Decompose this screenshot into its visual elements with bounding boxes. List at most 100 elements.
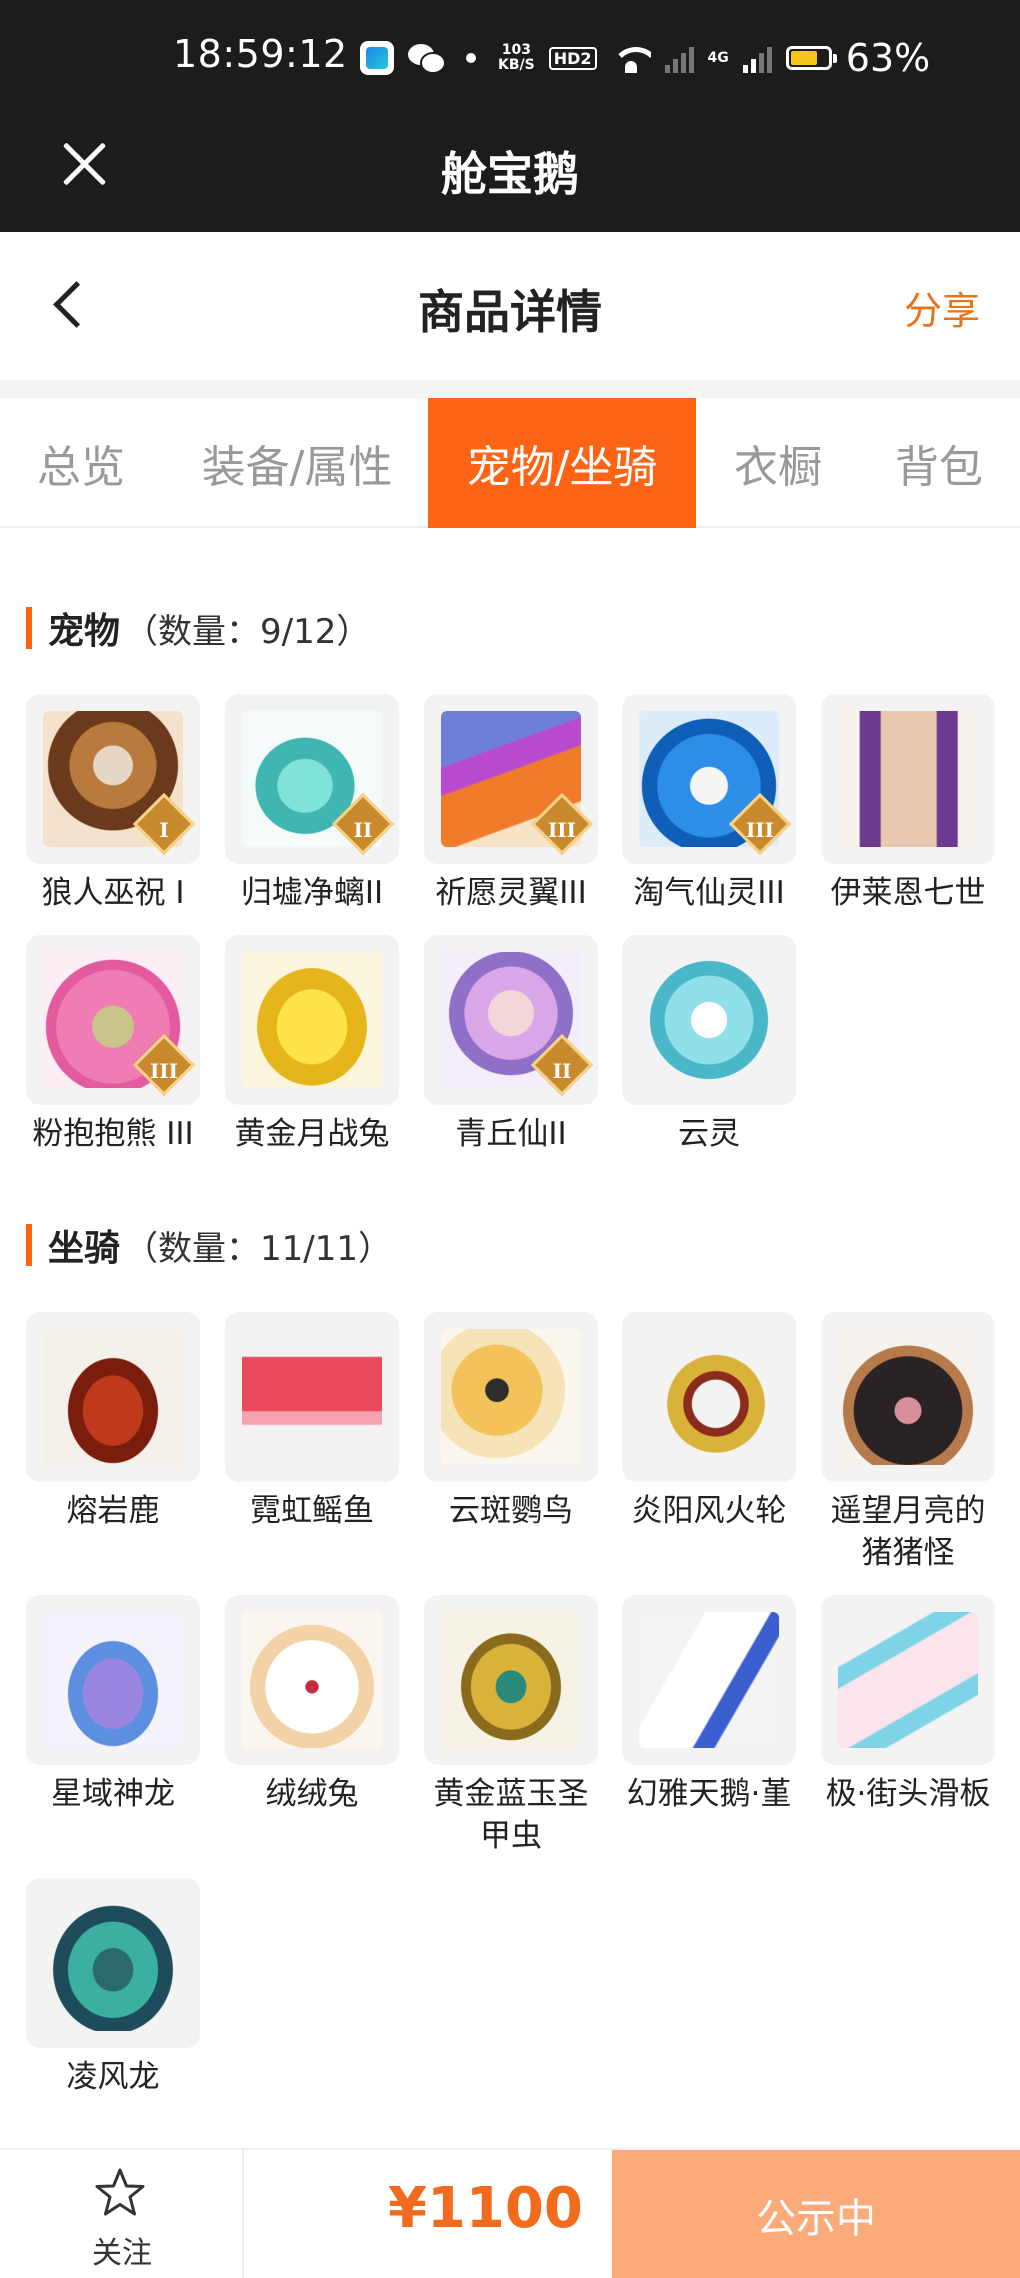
ray-mount-icon	[225, 1312, 399, 1482]
section-accent-bar	[26, 1224, 32, 1266]
tab-bar: 总览 装备/属性 宠物/坐骑 衣橱 背包	[0, 398, 1020, 528]
mount-name: 绒绒兔	[265, 1776, 359, 1812]
star-dragon-mount-icon	[26, 1595, 200, 1765]
notification-dot-icon	[466, 53, 476, 63]
pet-name: 祈愿灵翼III	[435, 875, 587, 911]
mount-name: 幻雅天鹅·堇	[626, 1776, 792, 1812]
pet-item[interactable]: I 狼人巫祝 I	[26, 694, 200, 914]
pet-item[interactable]: III 淘气仙灵III	[622, 694, 796, 914]
pet-item[interactable]: III 祈愿灵翼III	[424, 694, 598, 914]
mount-item[interactable]: 熔岩鹿	[26, 1312, 200, 1532]
signal-sim1-icon	[664, 43, 694, 73]
bear-pet-icon: III	[26, 935, 200, 1105]
share-button[interactable]: 分享	[904, 280, 980, 335]
tab-overview[interactable]: 总览	[0, 398, 162, 528]
pet-name: 淘气仙灵III	[633, 875, 785, 911]
mount-item[interactable]: 凌风龙	[26, 1878, 200, 2098]
fluffy-rabbit-mount-icon	[225, 1595, 399, 1765]
pet-item[interactable]: III 粉抱抱熊 III	[26, 935, 200, 1155]
tier-label: III	[547, 818, 577, 842]
pets-section-title: 宠物	[48, 611, 121, 652]
bottom-bar: 关注 ¥1100 公示中	[0, 2148, 1020, 2278]
price: ¥1100	[388, 2176, 583, 2241]
pet-name: 伊莱恩七世	[830, 875, 986, 911]
mount-item[interactable]: 云斑鹦鸟	[424, 1312, 598, 1532]
star-icon	[95, 2168, 145, 2216]
mount-item[interactable]: 黄金蓝玉圣甲虫	[424, 1595, 598, 1857]
mount-item[interactable]: 星域神龙	[26, 1595, 200, 1815]
mount-name: 霓虹鳐鱼	[250, 1493, 374, 1529]
priestess-pet-icon	[821, 694, 995, 864]
mount-name: 黄金蓝玉圣甲虫	[433, 1776, 589, 1854]
status-bar: 18:59:12 103 KB/S HD2 4G 63%	[0, 0, 1020, 94]
pet-name: 归墟净螭II	[240, 875, 384, 911]
tier-label: I	[159, 818, 169, 842]
mount-name: 遥望月亮的猪猪怪	[830, 1493, 986, 1571]
rabbit-pet-icon	[225, 935, 399, 1105]
tab-wardrobe[interactable]: 衣橱	[708, 398, 848, 528]
parrot-mount-icon	[424, 1312, 598, 1482]
wind-dragon-mount-icon	[26, 1878, 200, 2048]
follow-button[interactable]: 关注	[0, 2150, 244, 2278]
hd-badge: HD2	[548, 46, 597, 70]
mount-item[interactable]: 绒绒兔	[225, 1595, 399, 1815]
page-title: 商品详情	[418, 285, 602, 339]
net-speed-value: 103	[501, 42, 531, 58]
mount-name: 星域神龙	[51, 1776, 175, 1812]
status-button[interactable]: 公示中	[612, 2150, 1020, 2278]
pet-item[interactable]: 伊莱恩七世	[821, 694, 995, 914]
tab-equipment[interactable]: 装备/属性	[182, 398, 412, 528]
follow-label: 关注	[92, 2236, 152, 2271]
mount-item[interactable]: 遥望月亮的猪猪怪	[821, 1312, 995, 1574]
pig-mount-icon	[821, 1312, 995, 1482]
pet-name: 青丘仙II	[455, 1116, 567, 1152]
mount-item[interactable]: 霓虹鳐鱼	[225, 1312, 399, 1532]
fox-spirit-pet-icon: II	[424, 935, 598, 1105]
cloud-spirit-pet-icon	[622, 935, 796, 1105]
tier-label: III	[745, 818, 775, 842]
werewolf-pet-icon: I	[26, 694, 200, 864]
battery-percent: 63%	[845, 36, 931, 80]
swan-mount-icon	[622, 1595, 796, 1765]
net-speed-unit: KB/S	[498, 57, 535, 73]
mount-item[interactable]: 极·街头滑板	[821, 1595, 995, 1815]
network-type: 4G	[707, 50, 729, 66]
mounts-section-title: 坐骑	[48, 1228, 121, 1269]
mounts-section-count: （数量：11/11）	[124, 1228, 392, 1269]
section-divider	[0, 380, 1020, 398]
mounts-section-header: 坐骑 （数量：11/11）	[26, 1220, 392, 1270]
tier-label: III	[149, 1059, 179, 1083]
status-time: 18:59:12	[173, 32, 348, 76]
section-accent-bar	[26, 607, 32, 649]
signal-sim2-icon	[742, 43, 772, 73]
pet-name: 云灵	[678, 1116, 740, 1152]
pet-name: 粉抱抱熊 III	[32, 1116, 194, 1152]
app-title: 舱宝鹅	[441, 147, 579, 201]
wifi-icon	[610, 43, 651, 73]
tab-pets-mounts[interactable]: 宠物/坐骑	[428, 398, 696, 528]
deer-mount-icon	[26, 1312, 200, 1482]
scarab-mount-icon	[424, 1595, 598, 1765]
pet-name: 狼人巫祝 I	[41, 875, 185, 911]
mount-name: 熔岩鹿	[66, 1493, 160, 1529]
net-speed: 103 KB/S	[498, 43, 535, 73]
pet-item[interactable]: 云灵	[622, 935, 796, 1155]
tier-label: II	[552, 1059, 572, 1083]
mount-name: 凌风龙	[66, 2059, 160, 2095]
mount-item[interactable]: 幻雅天鹅·堇	[622, 1595, 796, 1815]
pet-name: 黄金月战兔	[234, 1116, 390, 1152]
tier-label: II	[353, 818, 373, 842]
pets-section-count: （数量：9/12）	[124, 611, 371, 652]
pet-item[interactable]: II 归墟净螭II	[225, 694, 399, 914]
pets-section-header: 宠物 （数量：9/12）	[26, 603, 370, 653]
pet-item[interactable]: II 青丘仙II	[424, 935, 598, 1155]
pet-item[interactable]: 黄金月战兔	[225, 935, 399, 1155]
dragon-pet-icon: II	[225, 694, 399, 864]
page-header: 商品详情 分享	[0, 232, 1020, 380]
app-bar: 舱宝鹅	[0, 94, 1020, 232]
wheel-mount-icon	[622, 1312, 796, 1482]
tab-backpack[interactable]: 背包	[870, 398, 1008, 528]
status-icons: 103 KB/S HD2 4G 63%	[360, 36, 930, 80]
bird-pet-icon: III	[424, 694, 598, 864]
mount-item[interactable]: 炎阳风火轮	[622, 1312, 796, 1532]
